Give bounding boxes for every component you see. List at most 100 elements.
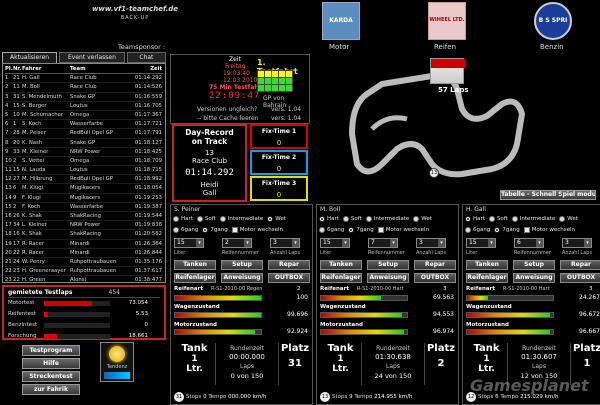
table-row[interactable]: 4 15 S. Berger Loutus 01:16:705: [5, 102, 163, 111]
car-action-button[interactable]: Tanken: [466, 260, 508, 270]
spin-input[interactable]: 3 ▾: [270, 238, 300, 248]
table-row[interactable]: 15 2 F. Koch Wasserfarbe 01:19:387: [5, 203, 163, 212]
table-mode-button[interactable]: Tabelle - Schnell Spiel modus: [500, 190, 596, 200]
radio-icon[interactable]: [267, 215, 274, 222]
spin-arrow-icon[interactable]: ▾: [342, 239, 349, 247]
car-action-button[interactable]: Anweisung: [221, 273, 263, 283]
radio-icon[interactable]: [465, 226, 471, 233]
tyre-radio[interactable]: Intermediate: [511, 215, 555, 222]
radio-icon[interactable]: [559, 215, 566, 222]
checkbox-icon[interactable]: [523, 226, 530, 233]
radio-icon[interactable]: [173, 215, 179, 222]
spin-arrow-icon[interactable]: ▾: [536, 239, 543, 247]
car-action-button[interactable]: Reifenlager: [466, 273, 508, 283]
tyre-radio[interactable]: Wet: [267, 215, 286, 222]
tab-chat[interactable]: Chat: [126, 52, 166, 63]
radio-icon[interactable]: [319, 215, 325, 222]
tyre-radio[interactable]: Soft: [196, 215, 216, 222]
spin-input[interactable]: 15 ▾: [466, 238, 496, 248]
radio-icon[interactable]: [348, 226, 355, 233]
spin-input[interactable]: 2 ▾: [222, 238, 252, 248]
spin-input[interactable]: 7 ▾: [368, 238, 398, 248]
radio-icon[interactable]: [365, 215, 372, 222]
left-button[interactable]: Streckentest: [22, 371, 80, 382]
gear-radio[interactable]: 6gang: [173, 226, 198, 233]
radio-icon[interactable]: [342, 215, 349, 222]
motor-change-checkbox[interactable]: Motor wechseln: [523, 226, 575, 233]
table-row[interactable]: 7 28 M. Peiser RedBull Opel GP 01:17:791: [5, 129, 163, 139]
car-action-button[interactable]: OUTBOX: [560, 273, 600, 283]
car-action-button[interactable]: Repar: [560, 260, 600, 270]
radio-icon[interactable]: [488, 215, 495, 222]
spin-arrow-icon[interactable]: ▾: [244, 239, 251, 247]
table-row[interactable]: 19 17 R. Racer Minardi 01:26:364: [5, 240, 163, 249]
table-row[interactable]: 3 31 S. Mendelmuth Snake GP 01:16:559: [5, 93, 163, 102]
motor-change-checkbox[interactable]: Motor wechseln: [377, 226, 429, 233]
radio-icon[interactable]: [219, 215, 226, 222]
table-row[interactable]: 5 10 M. Schumacher Omega 01:17:367: [5, 111, 163, 121]
car-action-button[interactable]: OUTBOX: [268, 273, 310, 283]
car-action-button[interactable]: Repar: [268, 260, 310, 270]
spin-arrow-icon[interactable]: ▾: [292, 239, 299, 247]
tyre-radio[interactable]: Wet: [413, 215, 432, 222]
table-row[interactable]: 17 34 L. Kleiner NRW Power 01:19:838: [5, 221, 163, 231]
table-row[interactable]: 8 20 K. Nash Snake GP 01:18:127: [5, 139, 163, 148]
table-row[interactable]: 9 33 M. Kleiner NRW Power 01:18:425: [5, 148, 163, 157]
left-button[interactable]: Testprogram: [22, 345, 80, 356]
gear-radio[interactable]: 7gang: [348, 226, 374, 233]
table-row[interactable]: 2 11 M. Boll Race Club 01:14:526: [5, 83, 163, 93]
tyre-radio[interactable]: Soft: [342, 215, 362, 222]
spin-input[interactable]: 3 ▾: [562, 238, 592, 248]
car-action-button[interactable]: Tanken: [320, 260, 362, 270]
radio-icon[interactable]: [173, 226, 179, 233]
table-row[interactable]: 6 1 S. Koch Wasserfarbe 01:17:721: [5, 120, 163, 130]
left-button[interactable]: zur Fahrik: [22, 384, 80, 395]
tyre-radio[interactable]: Soft: [488, 215, 508, 222]
tab-event-verlassen[interactable]: Event verlassen: [59, 52, 125, 63]
table-row[interactable]: 13 6 M. Klugi Mugikacers 01:18:054: [5, 184, 163, 194]
spin-input[interactable]: 6 ▾: [514, 238, 544, 248]
gear-radio[interactable]: 6gang: [319, 226, 344, 233]
tyre-radio[interactable]: Hart: [173, 215, 193, 222]
spin-input[interactable]: 15 ▾: [320, 238, 350, 248]
radio-icon[interactable]: [511, 215, 518, 222]
motor-change-checkbox[interactable]: Motor wechseln: [231, 226, 283, 233]
car-action-button[interactable]: Reifenlager: [320, 273, 362, 283]
table-row[interactable]: 10 2 S. Vettel Omega 01:18:709: [5, 157, 163, 167]
gear-radio[interactable]: 7gang: [494, 226, 520, 233]
tyre-radio[interactable]: Intermediate: [219, 215, 263, 222]
car-action-button[interactable]: Reifenlager: [174, 273, 216, 283]
spin-arrow-icon[interactable]: ▾: [438, 239, 445, 247]
checkbox-icon[interactable]: [231, 226, 238, 233]
table-row[interactable]: 18 16 K. Shak ShakRacing 01:20:582: [5, 230, 163, 240]
tyre-radio[interactable]: Wet: [559, 215, 578, 222]
table-row[interactable]: 11 15 N. Lauda Loutus 01:18:715: [5, 166, 163, 176]
radio-icon[interactable]: [202, 226, 209, 233]
spin-input[interactable]: 15 ▾: [174, 238, 204, 248]
table-row[interactable]: 16 26 K. Shak ShakRacing 01:19:544: [5, 212, 163, 222]
table-row[interactable]: 1 21 H. Gall Race Club 01:14:292: [5, 74, 163, 84]
radio-icon[interactable]: [494, 226, 501, 233]
tyre-radio[interactable]: Hart: [319, 215, 339, 222]
car-action-button[interactable]: Tanken: [174, 260, 216, 270]
tab-aktualisieren[interactable]: Aktualisieren: [2, 52, 58, 63]
table-row[interactable]: 14 9 F. Klugi Mugikacers 01:19:253: [5, 194, 163, 203]
left-button[interactable]: Hilfe: [22, 358, 80, 369]
radio-icon[interactable]: [319, 226, 325, 233]
car-action-button[interactable]: Repar: [414, 260, 456, 270]
table-row[interactable]: 20 22 R. Racer Minardi 01:26:844: [5, 249, 163, 258]
spin-arrow-icon[interactable]: ▾: [584, 239, 591, 247]
spin-arrow-icon[interactable]: ▾: [196, 239, 203, 247]
radio-icon[interactable]: [465, 215, 471, 222]
checkbox-icon[interactable]: [377, 226, 384, 233]
tyre-radio[interactable]: Hart: [465, 215, 485, 222]
car-action-button[interactable]: Setup: [367, 260, 409, 270]
spin-arrow-icon[interactable]: ▾: [488, 239, 495, 247]
gear-radio[interactable]: 6gang: [465, 226, 490, 233]
gear-radio[interactable]: 7gang: [202, 226, 228, 233]
table-row[interactable]: 21 24 W. Penry Ruhpottraubauen 01:35:176: [5, 258, 163, 268]
table-row[interactable]: 12 27 M. Hilbrung RedBull Opel GP 01:18:992: [5, 175, 163, 185]
table-row[interactable]: 22 23 H. Greeneraayer Ruhpottraubauen 01:37:…: [5, 267, 163, 277]
car-action-button[interactable]: Setup: [513, 260, 555, 270]
car-action-button[interactable]: Anweisung: [513, 273, 555, 283]
